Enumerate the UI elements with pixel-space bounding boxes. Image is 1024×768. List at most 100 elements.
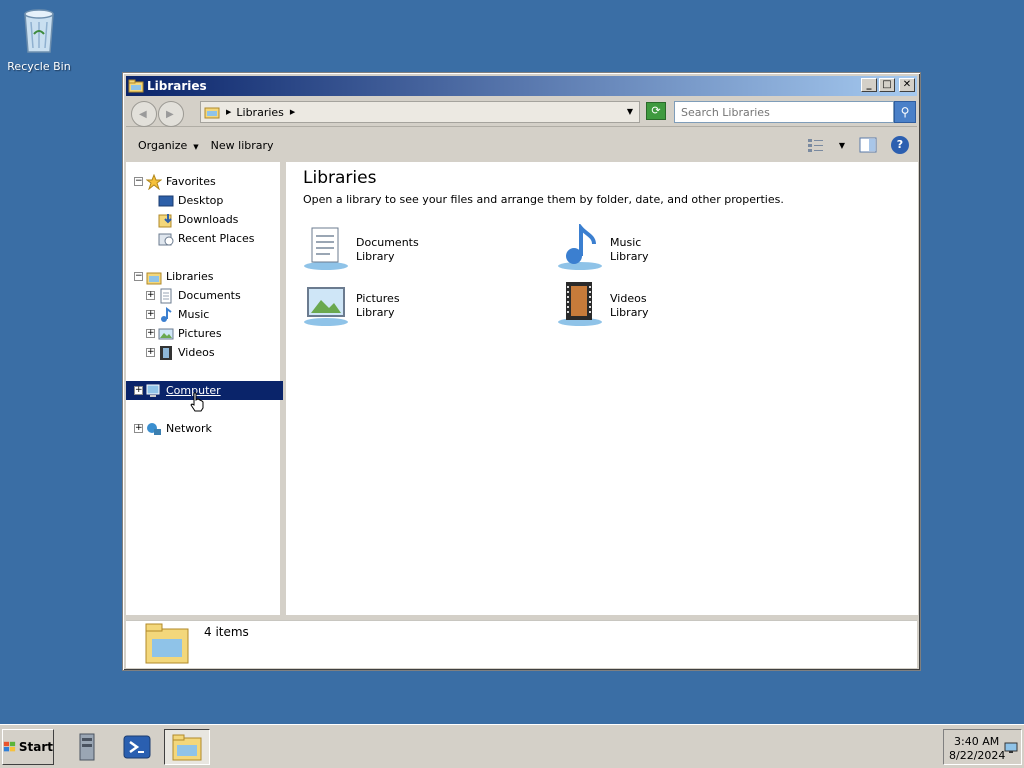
videos-library-icon [558, 282, 602, 326]
start-button[interactable]: Start [2, 729, 54, 765]
tree-network[interactable]: + Network [134, 419, 212, 438]
breadcrumb-libraries[interactable]: Libraries [236, 106, 284, 119]
forward-arrow-icon: ▶ [166, 109, 174, 120]
library-item-pictures[interactable]: Pictures Library [302, 280, 400, 328]
windows-logo-icon [3, 741, 16, 752]
downloads-folder-icon [158, 213, 172, 227]
windows-explorer-icon [172, 734, 202, 761]
tree-item-downloads[interactable]: Downloads [158, 210, 238, 229]
search-button[interactable]: ⚲ [894, 101, 916, 123]
recycle-bin-label: Recycle Bin [7, 60, 71, 73]
desktop-icon [158, 195, 174, 206]
tree-item-desktop[interactable]: Desktop [158, 191, 223, 210]
film-strip-icon [160, 345, 172, 360]
clock-date[interactable]: 8/22/2024 [949, 749, 1005, 762]
window-title: Libraries [147, 79, 207, 93]
taskbar-windows-explorer[interactable] [164, 729, 210, 765]
refresh-button[interactable]: ⟳ [646, 102, 666, 120]
pictures-icon [158, 328, 174, 339]
chevron-down-icon: ▼ [193, 142, 199, 151]
help-icon[interactable]: ? [891, 136, 909, 154]
preview-pane-icon[interactable] [859, 137, 877, 153]
content-pane: Libraries Open a library to see your fil… [286, 162, 918, 615]
view-options-chevron-icon[interactable]: ▼ [839, 141, 845, 150]
expand-icon[interactable]: + [146, 348, 155, 357]
music-library-icon [558, 224, 602, 270]
tree-label: Favorites [166, 175, 216, 188]
library-item-videos[interactable]: Videos Library [556, 280, 648, 328]
powershell-icon [123, 735, 151, 759]
taskbar-powershell[interactable] [114, 729, 160, 765]
server-manager-icon [79, 733, 95, 761]
expand-icon[interactable]: + [146, 310, 155, 319]
expand-icon[interactable]: + [134, 386, 143, 395]
tree-item-music[interactable]: + Music [146, 305, 209, 324]
address-dropdown-icon[interactable]: ▼ [627, 107, 633, 116]
item-count: 4 items [204, 625, 249, 639]
tree-label: Pictures [178, 327, 222, 340]
address-bar: ◀ ▶ ▶ Libraries ▶ ▼ ⟳ ⚲ [126, 97, 917, 127]
tree-label: Downloads [178, 213, 239, 226]
recycle-bin-icon [24, 9, 54, 53]
tree-label: Libraries [166, 270, 214, 283]
libraries-folder-icon [128, 79, 144, 93]
tree-label: Network [166, 422, 212, 435]
library-name: Documents [356, 236, 419, 249]
collapse-icon[interactable]: − [134, 272, 143, 281]
change-view-icon[interactable] [807, 137, 825, 153]
back-arrow-icon: ◀ [139, 109, 147, 120]
page-description: Open a library to see your files and arr… [303, 193, 784, 206]
star-icon [146, 173, 162, 190]
maximize-button[interactable]: □ [879, 78, 895, 92]
tree-label: Desktop [178, 194, 224, 207]
system-tray: 3:40 AM 8/22/2024 [943, 729, 1022, 765]
tree-favorites[interactable]: − Favorites [134, 172, 216, 191]
libraries-folder-icon [146, 272, 162, 284]
tree-item-pictures[interactable]: + Pictures [146, 324, 222, 343]
libraries-window: Libraries _ □ ✕ ◀ ▶ ▶ Libraries ▶ ▼ ⟳ ⚲ … [122, 72, 921, 671]
expand-icon[interactable]: + [146, 291, 155, 300]
tree-libraries[interactable]: − Libraries [134, 267, 214, 286]
music-note-icon [161, 306, 172, 322]
close-button[interactable]: ✕ [899, 78, 915, 92]
expand-icon[interactable]: + [146, 329, 155, 338]
navigation-pane: − Favorites Desktop Downloads Recent Pla… [126, 162, 283, 615]
recycle-bin-desktop-icon[interactable]: Recycle Bin [6, 6, 72, 73]
new-library-button[interactable]: New library [211, 139, 274, 152]
search-icon: ⚲ [900, 105, 910, 119]
collapse-icon[interactable]: − [134, 177, 143, 186]
recent-places-icon [158, 233, 174, 245]
tree-label: Videos [178, 346, 215, 359]
start-label: Start [18, 740, 53, 754]
library-item-music[interactable]: Music Library [556, 224, 648, 272]
refresh-icon: ⟳ [651, 104, 661, 117]
breadcrumb-separator-icon[interactable]: ▶ [226, 108, 231, 116]
details-pane: 4 items [126, 620, 917, 668]
libraries-small-icon [204, 107, 220, 119]
network-status-icon[interactable] [1004, 742, 1018, 754]
organize-label: Organize [138, 138, 188, 152]
library-name: Videos [610, 292, 647, 305]
title-bar[interactable]: Libraries _ □ ✕ [126, 76, 917, 96]
clock-time[interactable]: 3:40 AM [954, 735, 999, 748]
breadcrumb-chevron-icon[interactable]: ▶ [290, 108, 295, 116]
expand-icon[interactable]: + [134, 424, 143, 433]
command-bar: Organize ▼ New library ▼ ? [126, 130, 917, 160]
organize-menu[interactable]: Organize ▼ [138, 139, 199, 152]
minimize-button[interactable]: _ [861, 78, 877, 92]
tree-item-recent-places[interactable]: Recent Places [158, 229, 255, 248]
taskbar-server-manager[interactable] [64, 729, 110, 765]
tree-item-videos[interactable]: + Videos [146, 343, 215, 362]
tree-label: Music [178, 308, 210, 321]
library-item-documents[interactable]: Documents Library [302, 224, 419, 272]
documents-icon [160, 288, 172, 303]
taskbar: Start 3:40 AM 8/22/2024 [0, 724, 1024, 768]
computer-icon [146, 384, 160, 397]
forward-button[interactable]: ▶ [158, 101, 184, 127]
search-input[interactable] [674, 101, 894, 123]
back-button[interactable]: ◀ [131, 101, 157, 127]
address-field[interactable]: ▶ Libraries ▶ ▼ [200, 101, 640, 123]
library-name: Music [610, 236, 642, 249]
tree-item-documents[interactable]: + Documents [146, 286, 241, 305]
page-title: Libraries [303, 168, 377, 188]
